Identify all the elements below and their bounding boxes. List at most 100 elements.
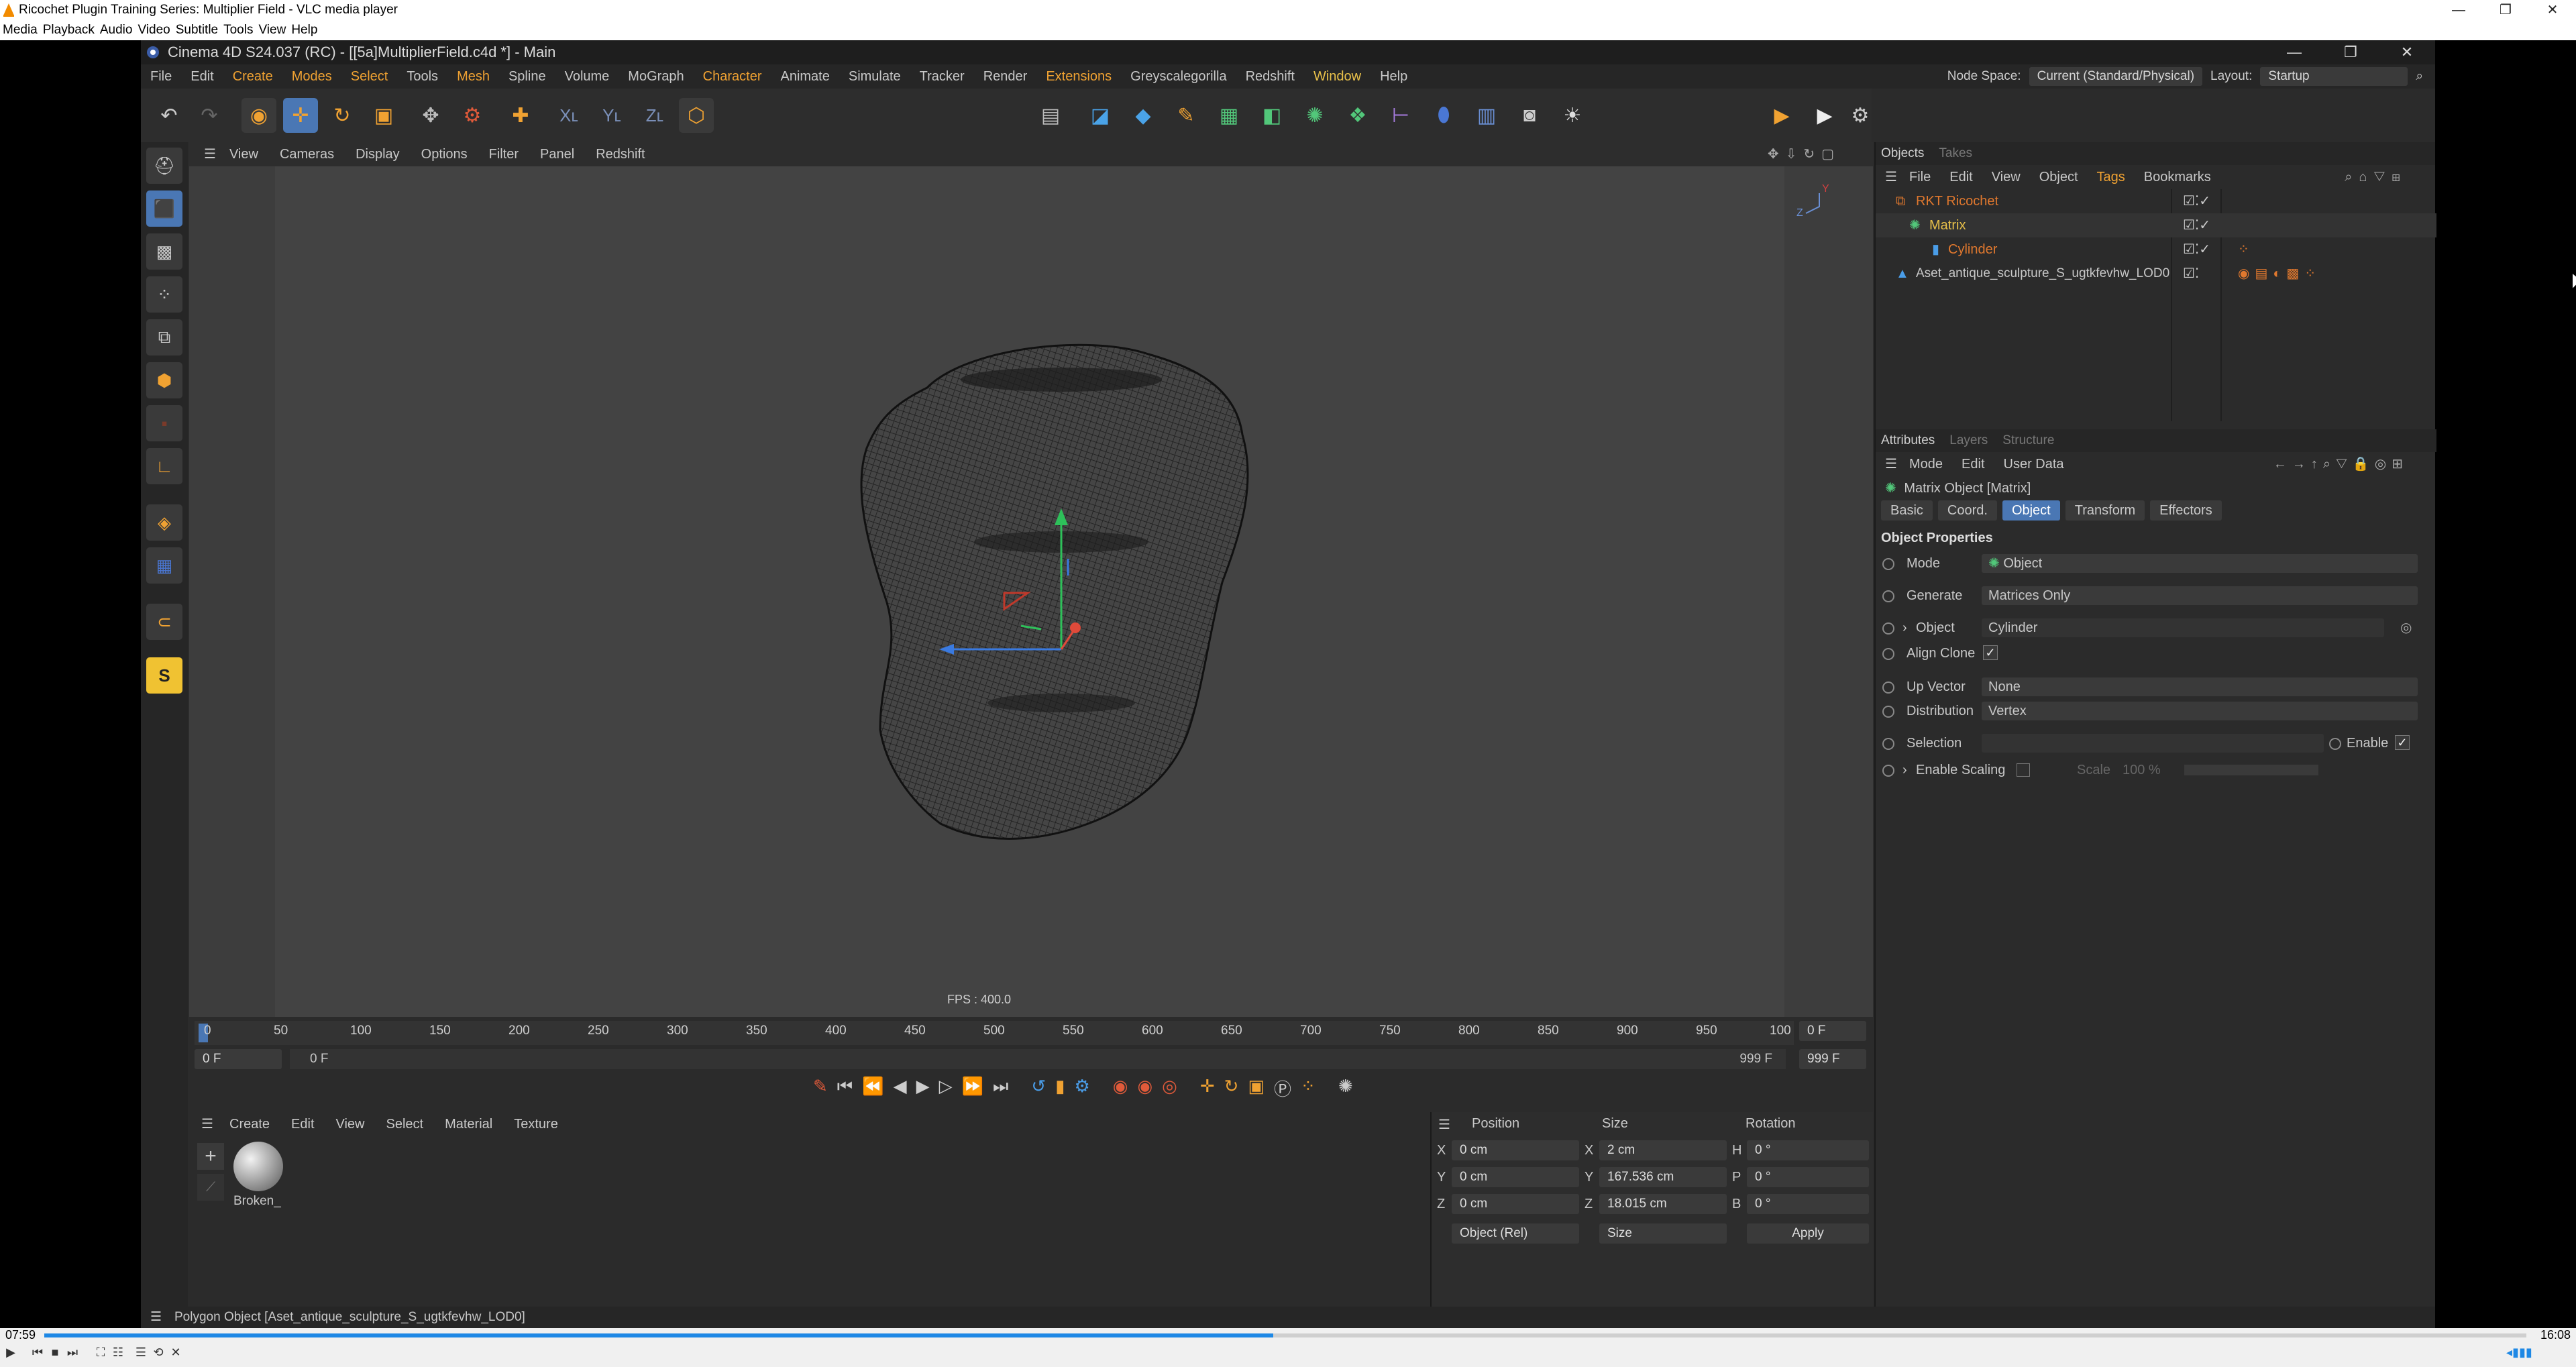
c4d-restore-button[interactable]: ❐ xyxy=(2322,40,2379,64)
om-hamburger-icon[interactable]: ☰ xyxy=(1885,165,1897,189)
timeline-ruler[interactable]: 0 50 100 150 200 250 300 350 400 450 500… xyxy=(195,1021,1794,1045)
auto-keying-icon[interactable]: ⚙ xyxy=(1074,1076,1089,1105)
am-hamburger-icon[interactable]: ☰ xyxy=(1885,452,1897,476)
vlc-menu-audio[interactable]: Audio xyxy=(97,20,136,40)
object-row-matrix[interactable]: ✺ Matrix ☑⁚✓ xyxy=(1876,213,2436,237)
viewport-menu-redshift[interactable]: Redshift xyxy=(596,142,645,166)
prev-button[interactable]: ⏮ xyxy=(31,1346,44,1359)
object-name[interactable]: Aset_antique_sculpture_S_ugtkfevhw_LOD0 xyxy=(1916,262,2169,286)
mat-menu-view[interactable]: View xyxy=(336,1112,365,1136)
material-name[interactable]: Broken_ xyxy=(233,1194,281,1209)
viewport-menu-filter[interactable]: Filter xyxy=(489,142,519,166)
extended-settings-button[interactable]: ☷ xyxy=(111,1346,125,1359)
volume-icon[interactable]: ◂▮▮▮ xyxy=(2506,1346,2560,1359)
render-region-icon[interactable]: ▤ xyxy=(1033,98,1068,133)
record-selection-icon[interactable]: ◎ xyxy=(1162,1076,1177,1105)
menu-volume[interactable]: Volume xyxy=(565,64,610,89)
viewport[interactable]: Y Z FPS : 400.0 xyxy=(189,166,1873,1017)
visibility-check-icon[interactable]: ☑⁚ xyxy=(2183,262,2199,286)
coord-hamburger-icon[interactable]: ☰ xyxy=(1438,1116,1450,1133)
goto-start-icon[interactable]: ⏮ xyxy=(837,1076,853,1105)
subtab-coord[interactable]: Coord. xyxy=(1937,500,1997,521)
rotate-tool-icon[interactable]: ↻ xyxy=(325,98,360,133)
position-z-field[interactable]: 0 cm xyxy=(1452,1194,1579,1214)
menu-animate[interactable]: Animate xyxy=(780,64,829,89)
viewport-menu-view[interactable]: View xyxy=(229,142,258,166)
om-menu-view[interactable]: View xyxy=(1992,165,2021,189)
model-mode-icon[interactable]: ⬛ xyxy=(146,190,182,227)
tab-structure[interactable]: Structure xyxy=(2002,429,2054,452)
menu-redshift[interactable]: Redshift xyxy=(1246,64,1295,89)
viewport-menu-cameras[interactable]: Cameras xyxy=(280,142,334,166)
mode-helmet-icon[interactable]: ⛑ xyxy=(146,148,182,184)
am-nav-icons[interactable]: ←→↑⌕▽🔒◎⊞ xyxy=(2273,452,2408,476)
next-button[interactable]: ⏭ xyxy=(66,1346,79,1359)
seek-bar[interactable] xyxy=(44,1333,2526,1337)
fullscreen-button[interactable]: ⛶ xyxy=(94,1346,107,1359)
end-frame-field[interactable]: 999 F xyxy=(1799,1049,1866,1069)
position-x-field[interactable]: 0 cm xyxy=(1452,1140,1579,1160)
play-button[interactable]: ▶ xyxy=(4,1346,17,1359)
ricochet-tag-icon[interactable]: ⁘ xyxy=(2238,237,2249,262)
om-menu-edit[interactable]: Edit xyxy=(1949,165,1972,189)
c4d-close-button[interactable]: ✕ xyxy=(2379,40,2435,64)
node-space-dropdown[interactable]: Current (Standard/Physical) xyxy=(2029,67,2203,86)
om-menu-file[interactable]: File xyxy=(1909,165,1931,189)
object-row-cylinder[interactable]: ▮ Cylinder ☑⁚✓ ⁘ xyxy=(1876,237,2436,262)
menu-greyscalegorilla[interactable]: Greyscalegorilla xyxy=(1130,64,1226,89)
cube-icon[interactable]: ◆ xyxy=(1126,98,1161,133)
mat-menu-select[interactable]: Select xyxy=(386,1112,424,1136)
size-z-field[interactable]: 18.015 cm xyxy=(1599,1194,1727,1214)
subtab-transform[interactable]: Transform xyxy=(2065,500,2145,521)
mat-menu-material[interactable]: Material xyxy=(445,1112,492,1136)
viewport-menu-display[interactable]: Display xyxy=(356,142,400,166)
minimize-button[interactable]: — xyxy=(2435,0,2482,20)
next-frame-icon[interactable]: ▷ xyxy=(939,1076,953,1105)
vlc-menu-media[interactable]: Media xyxy=(0,20,40,40)
menu-simulate[interactable]: Simulate xyxy=(849,64,901,89)
size-x-field[interactable]: 2 cm xyxy=(1599,1140,1727,1160)
key-pla-icon[interactable]: ⁘ xyxy=(1301,1076,1316,1105)
visibility-check-icon[interactable]: ☑⁚✓ xyxy=(2183,189,2210,213)
coord-mode-dropdown[interactable]: Object (Rel) xyxy=(1452,1223,1579,1244)
loop-button[interactable]: ⟲ xyxy=(152,1346,165,1359)
menu-mograph[interactable]: MoGraph xyxy=(628,64,684,89)
position-y-field[interactable]: 0 cm xyxy=(1452,1167,1579,1187)
texture-mode-icon[interactable]: ▩ xyxy=(146,233,182,270)
layout-search-icon[interactable]: ⌕ xyxy=(2416,64,2423,89)
size-mode-dropdown[interactable]: Size xyxy=(1599,1223,1727,1244)
subtab-basic[interactable]: Basic xyxy=(1881,500,1933,521)
menu-mesh[interactable]: Mesh xyxy=(457,64,490,89)
select-tool-icon[interactable]: ◉ xyxy=(241,98,276,133)
visibility-check-icon[interactable]: ☑⁚✓ xyxy=(2183,213,2210,237)
add-material-icon[interactable]: + xyxy=(197,1143,224,1170)
menu-edit[interactable]: Edit xyxy=(191,64,213,89)
points-mode-icon[interactable]: ⁘ xyxy=(146,276,182,313)
om-toolbar-icons[interactable]: ⌕⌂▽⊞ xyxy=(2345,165,2407,189)
menu-spline[interactable]: Spline xyxy=(508,64,546,89)
spline-pen-icon[interactable]: ◪ xyxy=(1083,98,1118,133)
stop-button[interactable]: ■ xyxy=(48,1346,62,1359)
menu-character[interactable]: Character xyxy=(703,64,762,89)
polygons-mode-icon[interactable]: ⬢ xyxy=(146,362,182,398)
generate-dropdown[interactable]: Matrices Only xyxy=(1982,586,2418,605)
coordinate-system-icon[interactable]: ✚ xyxy=(503,98,538,133)
play-icon[interactable]: ▶ xyxy=(916,1076,930,1105)
transform-tool-icon[interactable]: ✥ xyxy=(413,98,448,133)
menu-render[interactable]: Render xyxy=(983,64,1028,89)
camera-icon[interactable]: ◙ xyxy=(1512,98,1547,133)
up-vector-dropdown[interactable]: None xyxy=(1982,677,2418,696)
size-y-field[interactable]: 167.536 cm xyxy=(1599,1167,1727,1187)
vlc-menu-tools[interactable]: Tools xyxy=(221,20,256,40)
field-icon[interactable]: ⬮ xyxy=(1426,98,1461,133)
placement-tool-icon[interactable]: ⚙ xyxy=(455,98,490,133)
viewport-menu-options[interactable]: Options xyxy=(421,142,468,166)
object-name[interactable]: Matrix xyxy=(1929,213,1966,237)
lock-z-icon[interactable]: Zʟ xyxy=(637,98,672,133)
animate-radio[interactable] xyxy=(1882,648,1894,660)
expand-chevron-icon[interactable]: › xyxy=(1902,616,1907,640)
undo-icon[interactable]: ↶ xyxy=(152,98,186,133)
subtab-effectors[interactable]: Effectors xyxy=(2150,500,2222,521)
distribution-dropdown[interactable]: Vertex xyxy=(1982,702,2418,720)
current-frame-field[interactable]: 0 F xyxy=(1799,1021,1866,1041)
